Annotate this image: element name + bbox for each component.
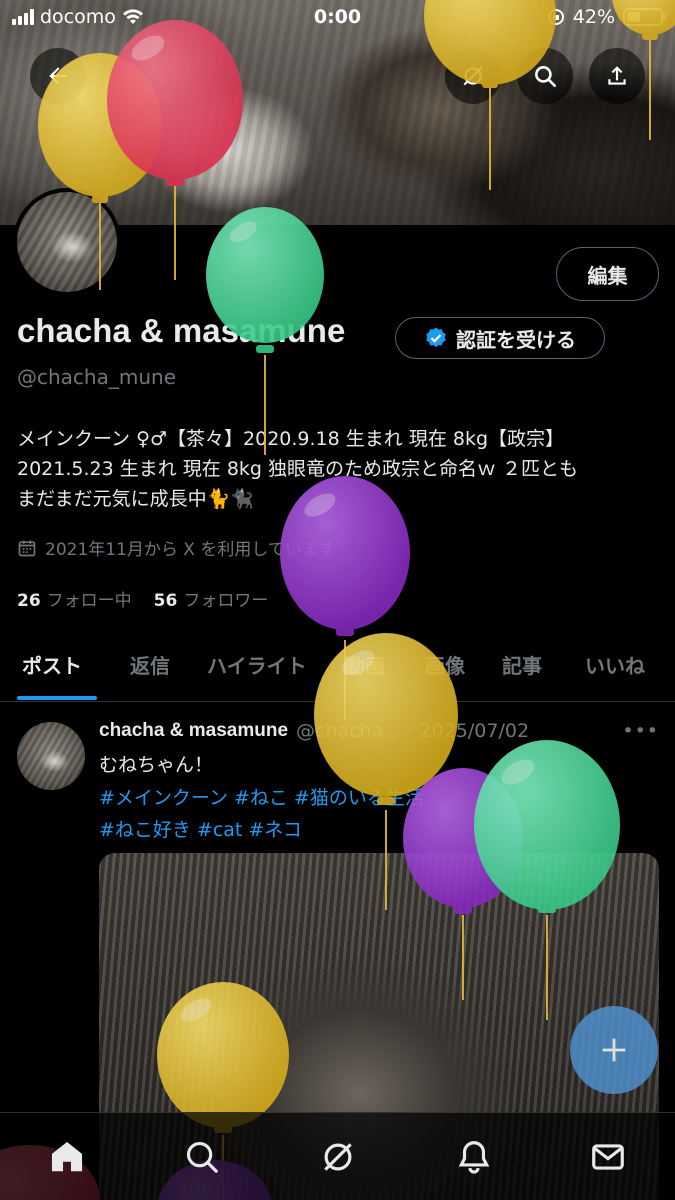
battery-icon (623, 8, 666, 26)
status-bar: docomo 0:00 🐾 42% (0, 0, 675, 38)
post-avatar[interactable] (17, 722, 85, 790)
user-handle: @chacha_mune (17, 365, 176, 389)
tab-videos[interactable]: 動画 (345, 650, 385, 679)
following-count: 26 (17, 591, 41, 611)
nav-messages[interactable] (586, 1135, 630, 1179)
join-date: 2021年11月から X を利用しています (17, 535, 336, 560)
nav-search[interactable] (180, 1135, 224, 1179)
followers-label: フォロワー (183, 591, 269, 611)
back-button[interactable] (30, 48, 86, 104)
share-icon (608, 66, 626, 85)
following-label: フォロー中 (46, 591, 132, 611)
bio-line: まだまだ元気に成長中🐈🐈‍⬛ (17, 488, 254, 510)
back-arrow-icon (49, 67, 67, 85)
battery-percent: 42% (572, 6, 615, 28)
post-author-name[interactable]: chacha & masamune (99, 720, 288, 742)
nav-notifications[interactable] (452, 1135, 496, 1179)
verified-badge-icon (426, 327, 446, 348)
avatar-image (17, 192, 117, 292)
grok-icon (324, 1143, 352, 1171)
nav-home[interactable] (45, 1135, 89, 1179)
rotation-lock-icon (547, 9, 564, 25)
status-right: 🐾 42% (518, 6, 666, 28)
edit-profile-button[interactable]: 編集 (556, 247, 659, 301)
post-meta: @chacha... · 2025/07/02 (296, 720, 530, 742)
grok-icon (463, 66, 483, 86)
display-name: chacha & masamune (17, 312, 346, 349)
tab-likes[interactable]: いいね (585, 650, 645, 679)
profile-bio: メインクーン ♀♂【茶々】2020.9.18 生まれ 現在 8kg【政宗】 20… (17, 424, 657, 514)
nav-grok[interactable] (316, 1135, 360, 1179)
get-verified-button[interactable]: 認証を受ける (395, 317, 605, 359)
hashtag-link[interactable]: #ネコ (248, 819, 302, 841)
active-tab-indicator (17, 696, 97, 700)
hashtag-link[interactable]: #猫のいる生活 (294, 787, 424, 809)
hashtag-link[interactable]: #ねこ好き (99, 819, 191, 841)
tab-highlights[interactable]: ハイライト (207, 650, 307, 679)
profile-avatar[interactable] (13, 188, 121, 296)
tab-media[interactable]: 画像 (425, 650, 465, 679)
hashtag-link[interactable]: #cat (197, 819, 242, 841)
post-text: むねちゃん！ (99, 754, 214, 776)
tab-articles[interactable]: 記事 (502, 650, 542, 679)
bell-icon (458, 1141, 490, 1174)
search-button[interactable] (517, 48, 573, 104)
calendar-icon (18, 540, 36, 556)
share-button[interactable] (589, 48, 645, 104)
search-icon (535, 66, 557, 88)
plus-icon (602, 1038, 626, 1062)
mail-icon (592, 1144, 624, 1170)
hashtag-link[interactable]: #ねこ (234, 787, 288, 809)
post-more-icon[interactable]: ••• (622, 720, 659, 742)
hashtag-link[interactable]: #メインクーン (99, 787, 228, 809)
bio-line: メインクーン ♀♂【茶々】2020.9.18 生まれ 現在 8kg【政宗】 (17, 428, 565, 450)
followers-count: 56 (153, 591, 178, 611)
paw-icon: 🐾 (518, 7, 539, 27)
grok-button[interactable] (445, 48, 501, 104)
join-date-text: 2021年11月から X を利用しています (45, 540, 336, 560)
followers-link[interactable]: 56 フォロワー (154, 586, 269, 611)
bio-line: 2021.5.23 生まれ 現在 8kg 独眼竜のため政宗と命名ｗ ２匹とも (17, 458, 579, 480)
bottom-navigation (0, 1112, 675, 1200)
following-link[interactable]: 26 フォロー中 (17, 586, 132, 611)
follow-stats: 26 フォロー中 56 フォロワー (17, 586, 268, 611)
battery-level (627, 12, 641, 22)
search-icon (186, 1141, 218, 1173)
tab-replies[interactable]: 返信 (130, 650, 170, 679)
compose-button[interactable] (570, 1006, 658, 1094)
post-hashtags: #メインクーン #ねこ #猫のいる生活 #ねこ好き #cat #ネコ (99, 782, 569, 846)
home-icon (51, 1141, 83, 1172)
get-verified-label: 認証を受ける (456, 327, 576, 352)
tab-posts[interactable]: ポスト (22, 650, 82, 679)
post-header: chacha & masamune @chacha... · 2025/07/0… (99, 720, 659, 742)
profile-tabs: ポスト 返信 ハイライト 動画 画像 記事 いいね (0, 630, 675, 702)
